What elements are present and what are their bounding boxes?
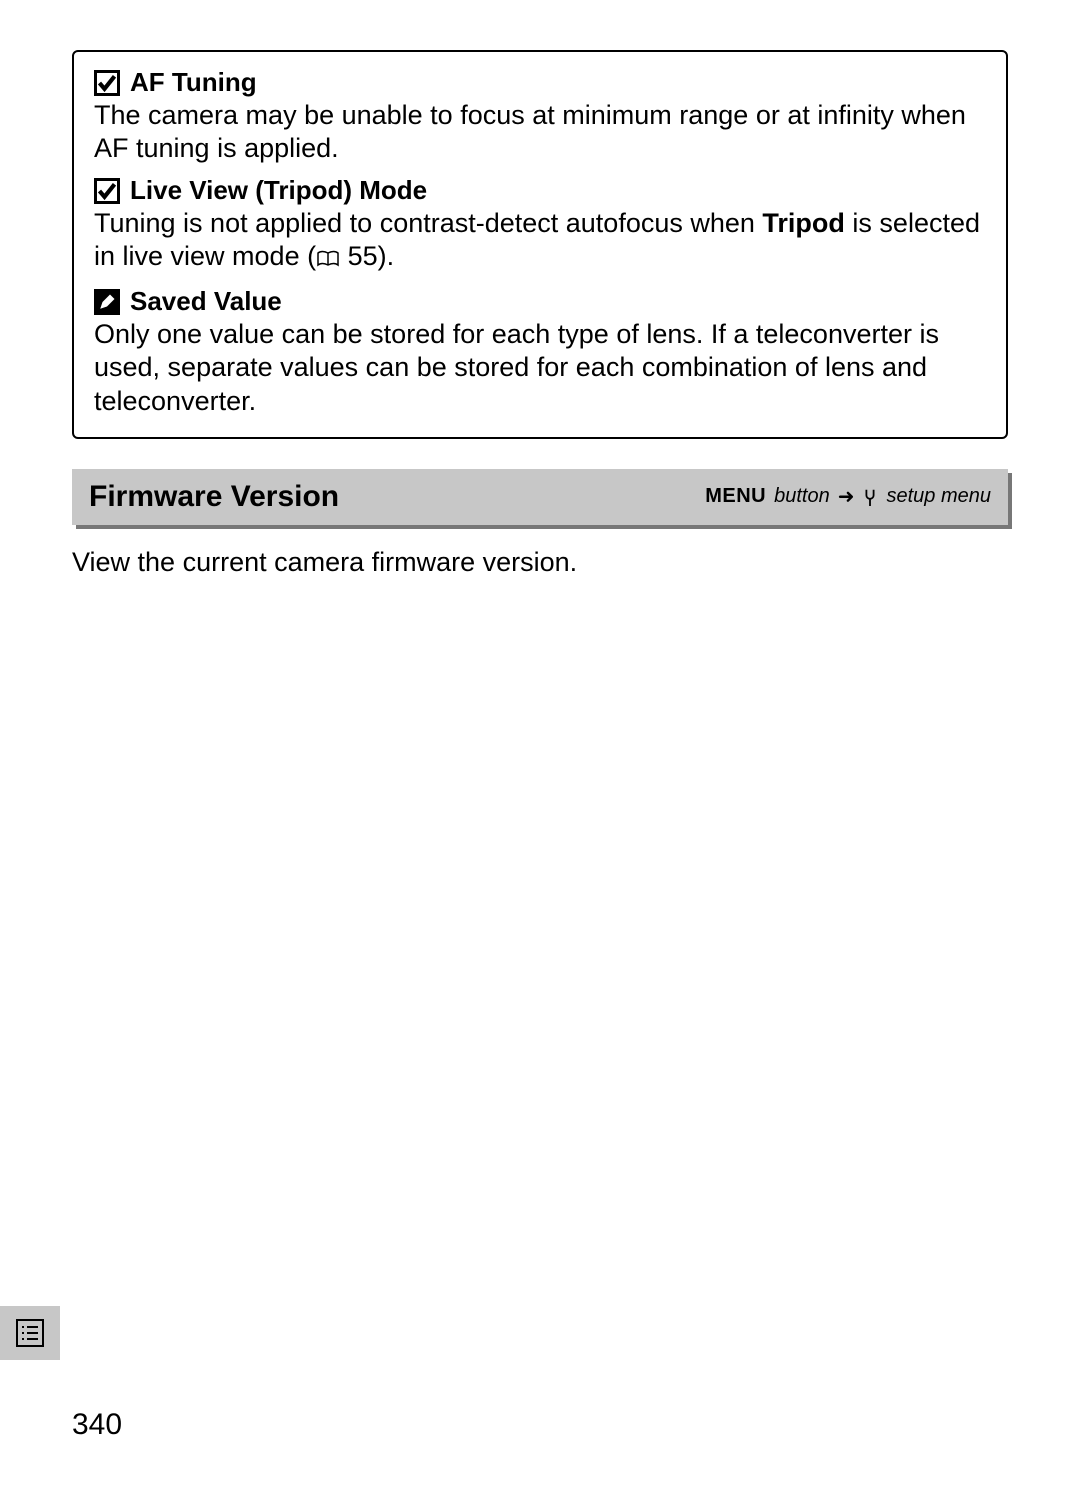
section-breadcrumb: MENU button ➜ setup menu	[705, 485, 991, 508]
manual-page: AF Tuning The camera may be unable to fo…	[0, 0, 1080, 1486]
note-text-pre: Tuning is not applied to contrast-detect…	[94, 208, 762, 238]
note-title: Live View (Tripod) Mode	[130, 174, 427, 207]
page-ref-icon	[316, 243, 340, 277]
note-text-tail: ).	[378, 241, 395, 271]
list-icon	[15, 1318, 45, 1348]
note-icon	[94, 289, 120, 315]
caution-icon	[94, 70, 120, 96]
section-body: View the current camera firmware version…	[72, 545, 1008, 580]
page-number: 340	[72, 1408, 122, 1442]
note-text-bold: Tripod	[762, 208, 845, 238]
section-header-firmware: Firmware Version MENU button ➜ setup men…	[72, 469, 1008, 525]
section-body-text: View the current camera firmware version…	[72, 547, 577, 577]
notes-box: AF Tuning The camera may be unable to fo…	[72, 50, 1008, 439]
setup-menu-icon	[862, 485, 878, 508]
note-title-row: Saved Value	[94, 285, 986, 318]
note-title-row: AF Tuning	[94, 66, 986, 99]
note-saved-value: Saved Value Only one value can be stored…	[94, 285, 986, 419]
menu-label: MENU	[705, 485, 766, 508]
note-text: Only one value can be stored for each ty…	[94, 319, 939, 417]
menu-button-word: button	[774, 485, 830, 508]
section-title: Firmware Version	[89, 480, 339, 514]
note-live-view: Live View (Tripod) Mode Tuning is not ap…	[94, 174, 986, 277]
caution-icon	[94, 178, 120, 204]
page-ref-number: 55	[348, 241, 378, 271]
note-af-tuning: AF Tuning The camera may be unable to fo…	[94, 66, 986, 166]
note-body: Only one value can be stored for each ty…	[94, 318, 986, 419]
arrow-right-icon: ➜	[838, 487, 855, 507]
note-title: AF Tuning	[130, 66, 257, 99]
note-body: The camera may be unable to focus at min…	[94, 99, 986, 167]
note-text: The camera may be unable to focus at min…	[94, 100, 966, 164]
setup-menu-label: setup menu	[886, 485, 991, 508]
note-body: Tuning is not applied to contrast-detect…	[94, 207, 986, 278]
note-title: Saved Value	[130, 285, 282, 318]
side-tab	[0, 1306, 60, 1360]
note-title-row: Live View (Tripod) Mode	[94, 174, 986, 207]
